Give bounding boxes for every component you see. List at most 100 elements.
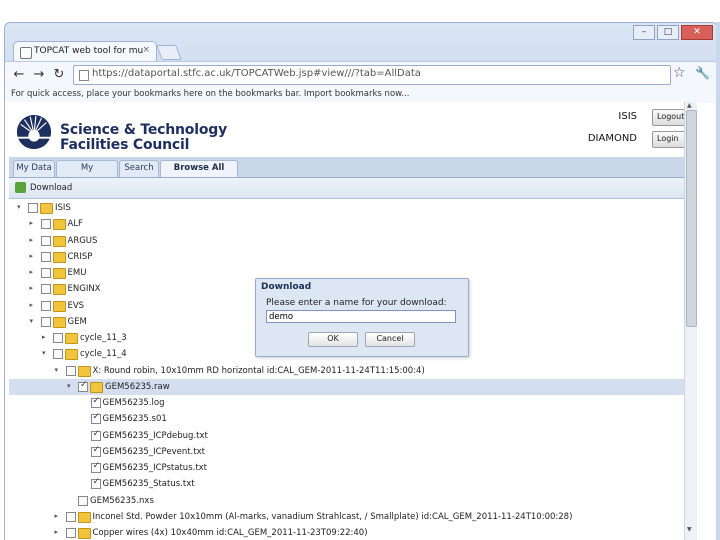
expand-arrow-icon[interactable]: ▸ bbox=[30, 252, 38, 260]
bookmarks-prompt[interactable]: For quick access, place your bookmarks h… bbox=[11, 89, 409, 99]
tree-checkbox[interactable]: ✓ bbox=[90, 477, 101, 490]
folder-icon bbox=[52, 284, 66, 296]
tree-row[interactable]: ✓ GEM56235.s01 bbox=[9, 411, 689, 427]
new-tab-button[interactable] bbox=[156, 45, 182, 60]
tree-node-label[interactable]: ARGUS bbox=[68, 236, 98, 246]
tree-checkbox[interactable] bbox=[53, 349, 63, 360]
scrollbar-thumb[interactable] bbox=[686, 110, 697, 327]
tree-row[interactable]: ✓ GEM56235.log bbox=[9, 395, 689, 411]
wrench-icon[interactable]: 🔧 bbox=[695, 66, 710, 80]
ok-button[interactable]: OK bbox=[308, 332, 358, 347]
tree-node-label[interactable]: GEM56235.nxs bbox=[90, 496, 154, 506]
tree-node-label[interactable]: GEM56235.log bbox=[103, 398, 165, 408]
expand-arrow-icon[interactable]: ▸ bbox=[42, 333, 50, 341]
expand-arrow-icon[interactable]: ▸ bbox=[55, 512, 63, 520]
tree-node-label[interactable]: Copper wires (4x) 10x40mm id:CAL_GEM_201… bbox=[93, 528, 368, 538]
tree-checkbox[interactable] bbox=[53, 333, 63, 343]
tree-checkbox[interactable] bbox=[40, 268, 51, 278]
tree-checkbox[interactable]: ✓ bbox=[78, 380, 88, 392]
tree-row[interactable]: ✓ GEM56235_Status.txt bbox=[9, 476, 689, 492]
tree-row[interactable]: ▸ CRISP bbox=[9, 249, 689, 265]
tree-row[interactable]: ▾ ISIS bbox=[9, 200, 689, 216]
tree-node-label[interactable]: EVS bbox=[68, 301, 85, 311]
tree-row[interactable]: ✓ GEM56235_ICPevent.txt bbox=[9, 444, 689, 460]
download-name-input[interactable] bbox=[266, 310, 456, 323]
tree-node-label[interactable]: GEM56235_Status.txt bbox=[103, 479, 195, 489]
tree-checkbox[interactable] bbox=[40, 235, 51, 246]
tree-checkbox[interactable] bbox=[65, 528, 76, 538]
tree-checkbox[interactable] bbox=[40, 284, 51, 295]
tree-checkbox[interactable]: ✓ bbox=[90, 445, 101, 457]
tree-node-label[interactable]: EMU bbox=[68, 268, 87, 278]
tree-checkbox[interactable] bbox=[65, 511, 76, 522]
tab-browse-all-data[interactable]: Browse All Data bbox=[160, 160, 238, 188]
tree-checkbox[interactable]: ✓ bbox=[90, 461, 101, 473]
tree-node-label[interactable]: CRISP bbox=[68, 252, 93, 262]
tree-checkbox[interactable]: ✓ bbox=[90, 396, 101, 408]
tree-node-label[interactable]: GEM56235_ICPstatus.txt bbox=[103, 463, 208, 473]
tree-row[interactable]: ✓ GEM56235_ICPdebug.txt bbox=[9, 428, 689, 444]
scroll-down-arrow-icon[interactable]: ▼ bbox=[687, 526, 692, 533]
tree-row[interactable]: ▾ X: Round robin, 10x10mm RD horizontal i… bbox=[9, 363, 689, 379]
bookmark-star-icon[interactable]: ☆ bbox=[673, 65, 686, 81]
minimize-button[interactable]: – bbox=[633, 25, 655, 40]
scroll-up-arrow-icon[interactable]: ▲ bbox=[687, 102, 692, 109]
tree-checkbox[interactable] bbox=[40, 300, 51, 311]
collapse-arrow-icon[interactable]: ▾ bbox=[17, 203, 25, 211]
tree-node-label[interactable]: GEM56235_ICPdebug.txt bbox=[103, 431, 208, 441]
maximize-button[interactable]: □ bbox=[657, 25, 679, 40]
tree-node-label[interactable]: ENGINX bbox=[68, 284, 101, 294]
tree-node-label[interactable]: ALF bbox=[68, 219, 83, 229]
browser-tab[interactable]: TOPCAT web tool for multi × bbox=[13, 41, 157, 62]
tree-node-label[interactable]: X: Round robin, 10x10mm RD horizontal id… bbox=[93, 366, 425, 376]
tree-row[interactable]: ▾ ✓ GEM56235.raw bbox=[9, 378, 689, 395]
tab-close-icon[interactable]: × bbox=[142, 45, 150, 55]
tree-row[interactable]: ▸ ALF bbox=[9, 216, 689, 232]
tree-node-label[interactable]: GEM56235.s01 bbox=[103, 414, 167, 424]
expand-arrow-icon[interactable]: ▸ bbox=[30, 284, 38, 292]
download-button[interactable]: Download bbox=[30, 183, 72, 193]
tree-checkbox[interactable] bbox=[65, 365, 76, 376]
tree-checkbox[interactable] bbox=[40, 316, 51, 327]
forward-arrow-icon[interactable]: → bbox=[31, 67, 47, 83]
reload-icon[interactable]: ↻ bbox=[51, 67, 67, 83]
tree-row[interactable]: GEM56235.nxs bbox=[9, 493, 689, 509]
tree-node-label[interactable]: GEM bbox=[68, 317, 87, 327]
tree-node-label[interactable]: Inconel Std. Powder 10x10mm (Al-marks, v… bbox=[93, 512, 573, 522]
vertical-scrollbar[interactable]: ▲ ▼ bbox=[684, 102, 697, 540]
tab-my-downloads[interactable]: My Downloads bbox=[56, 160, 118, 188]
collapse-arrow-icon[interactable]: ▾ bbox=[55, 366, 63, 374]
tab-search[interactable]: Search bbox=[119, 160, 159, 177]
close-window-button[interactable]: ✕ bbox=[681, 25, 713, 40]
browser-toolbar: ← → ↻ https://dataportal.stfc.ac.uk/TOPC… bbox=[5, 61, 717, 88]
tree-node-label[interactable]: GEM56235_ICPevent.txt bbox=[103, 447, 205, 457]
tree-checkbox[interactable]: ✓ bbox=[90, 412, 101, 425]
tree-row[interactable]: ✓ GEM56235_ICPstatus.txt bbox=[9, 460, 689, 476]
tree-node-label[interactable]: GEM56235.raw bbox=[105, 382, 170, 392]
collapse-arrow-icon[interactable]: ▾ bbox=[67, 382, 75, 390]
tab-my-data[interactable]: My Data bbox=[13, 160, 55, 177]
cancel-button[interactable]: Cancel bbox=[365, 332, 415, 347]
address-bar[interactable]: https://dataportal.stfc.ac.uk/TOPCATWeb.… bbox=[73, 65, 671, 85]
collapse-arrow-icon[interactable]: ▾ bbox=[42, 349, 50, 357]
tree-node-label[interactable]: ISIS bbox=[55, 203, 71, 213]
tree-checkbox[interactable] bbox=[78, 495, 88, 506]
tree-node-label[interactable]: cycle_11_3 bbox=[80, 333, 127, 343]
tree-checkbox[interactable] bbox=[40, 219, 51, 230]
tree-row[interactable]: ▸ Inconel Std. Powder 10x10mm (Al-marks, … bbox=[9, 509, 689, 525]
expand-arrow-icon[interactable]: ▸ bbox=[55, 528, 63, 536]
tree-row[interactable]: ▸ ARGUS bbox=[9, 233, 689, 249]
org-name-line1: Science & Technology bbox=[60, 122, 227, 138]
login-label: Login bbox=[657, 134, 679, 143]
expand-arrow-icon[interactable]: ▸ bbox=[30, 301, 38, 309]
expand-arrow-icon[interactable]: ▸ bbox=[30, 219, 38, 227]
collapse-arrow-icon[interactable]: ▾ bbox=[30, 317, 38, 325]
tree-checkbox[interactable] bbox=[28, 203, 38, 213]
tree-node-label[interactable]: cycle_11_4 bbox=[80, 349, 127, 359]
tree-row[interactable]: ▸ Copper wires (4x) 10x40mm id:CAL_GEM_20… bbox=[9, 525, 689, 540]
tree-checkbox[interactable] bbox=[40, 251, 51, 262]
expand-arrow-icon[interactable]: ▸ bbox=[30, 268, 38, 276]
back-arrow-icon[interactable]: ← bbox=[11, 67, 27, 83]
expand-arrow-icon[interactable]: ▸ bbox=[30, 236, 38, 244]
tree-checkbox[interactable]: ✓ bbox=[90, 429, 101, 441]
